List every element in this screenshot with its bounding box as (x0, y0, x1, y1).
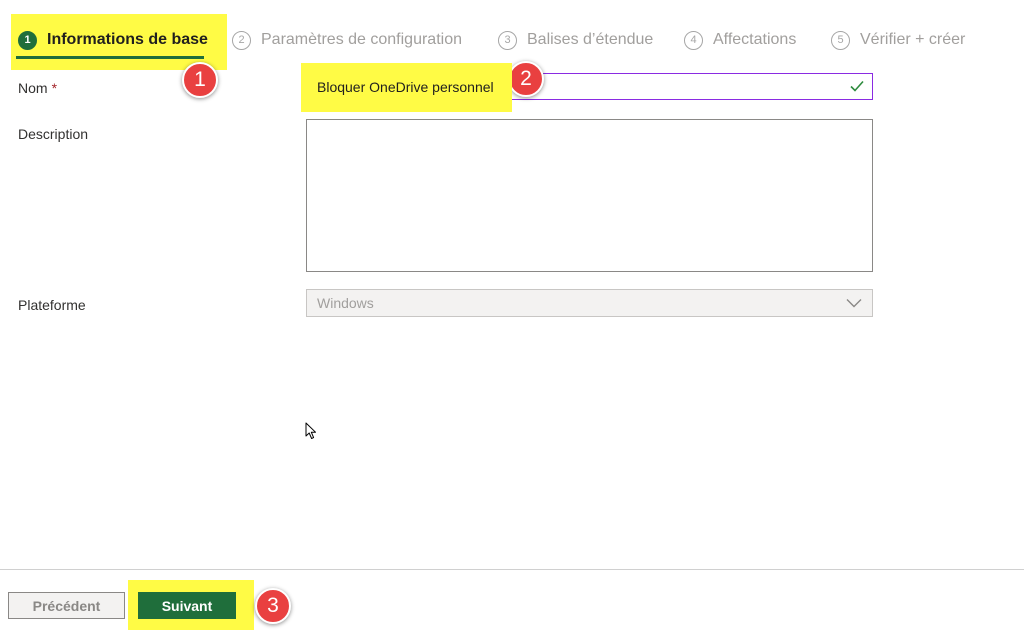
step-number-5: 5 (831, 30, 850, 50)
step-number-1: 1 (18, 30, 37, 50)
description-textarea[interactable] (306, 119, 873, 272)
step-5-review-create[interactable]: 5 Vérifier + créer (831, 28, 965, 52)
step-label: Vérifier + créer (860, 31, 966, 48)
platform-label: Plateforme (18, 297, 86, 313)
step-4-assignments[interactable]: 4 Affectations (684, 28, 796, 52)
wizard-steps: 1 Informations de base 2 Paramètres de c… (0, 0, 1024, 70)
step-number-2: 2 (232, 30, 251, 50)
name-label: Nom * (18, 80, 57, 96)
checkmark-icon (850, 80, 864, 92)
callout-badge-1: 1 (182, 62, 218, 98)
next-button[interactable]: Suivant (138, 592, 236, 619)
step-number-3: 3 (498, 30, 517, 50)
step-label: Paramètres de configuration (261, 31, 462, 48)
step-2-configuration[interactable]: 2 Paramètres de configuration (232, 28, 462, 52)
callout-badge-3: 3 (255, 588, 291, 624)
step-label: Informations de base (47, 31, 208, 48)
previous-button[interactable]: Précédent (8, 592, 125, 619)
step-label: Balises d’étendue (527, 31, 654, 48)
callout-badge-2: 2 (508, 61, 544, 97)
footer-divider (0, 569, 1024, 570)
name-label-text: Nom (18, 80, 48, 96)
platform-select[interactable]: Windows (306, 289, 873, 317)
description-label: Description (18, 126, 89, 142)
step-label: Affectations (713, 31, 797, 48)
step-3-scope-tags[interactable]: 3 Balises d’étendue (498, 28, 653, 52)
step-number-4: 4 (684, 30, 703, 50)
required-asterisk: * (51, 80, 58, 96)
step-1-basics[interactable]: 1 Informations de base (18, 28, 208, 52)
chevron-down-icon (846, 299, 862, 308)
name-input-value: Bloquer OneDrive personnel (317, 78, 494, 95)
platform-select-value: Windows (317, 295, 374, 311)
active-step-underline (16, 56, 204, 59)
mouse-cursor-icon (305, 422, 316, 439)
